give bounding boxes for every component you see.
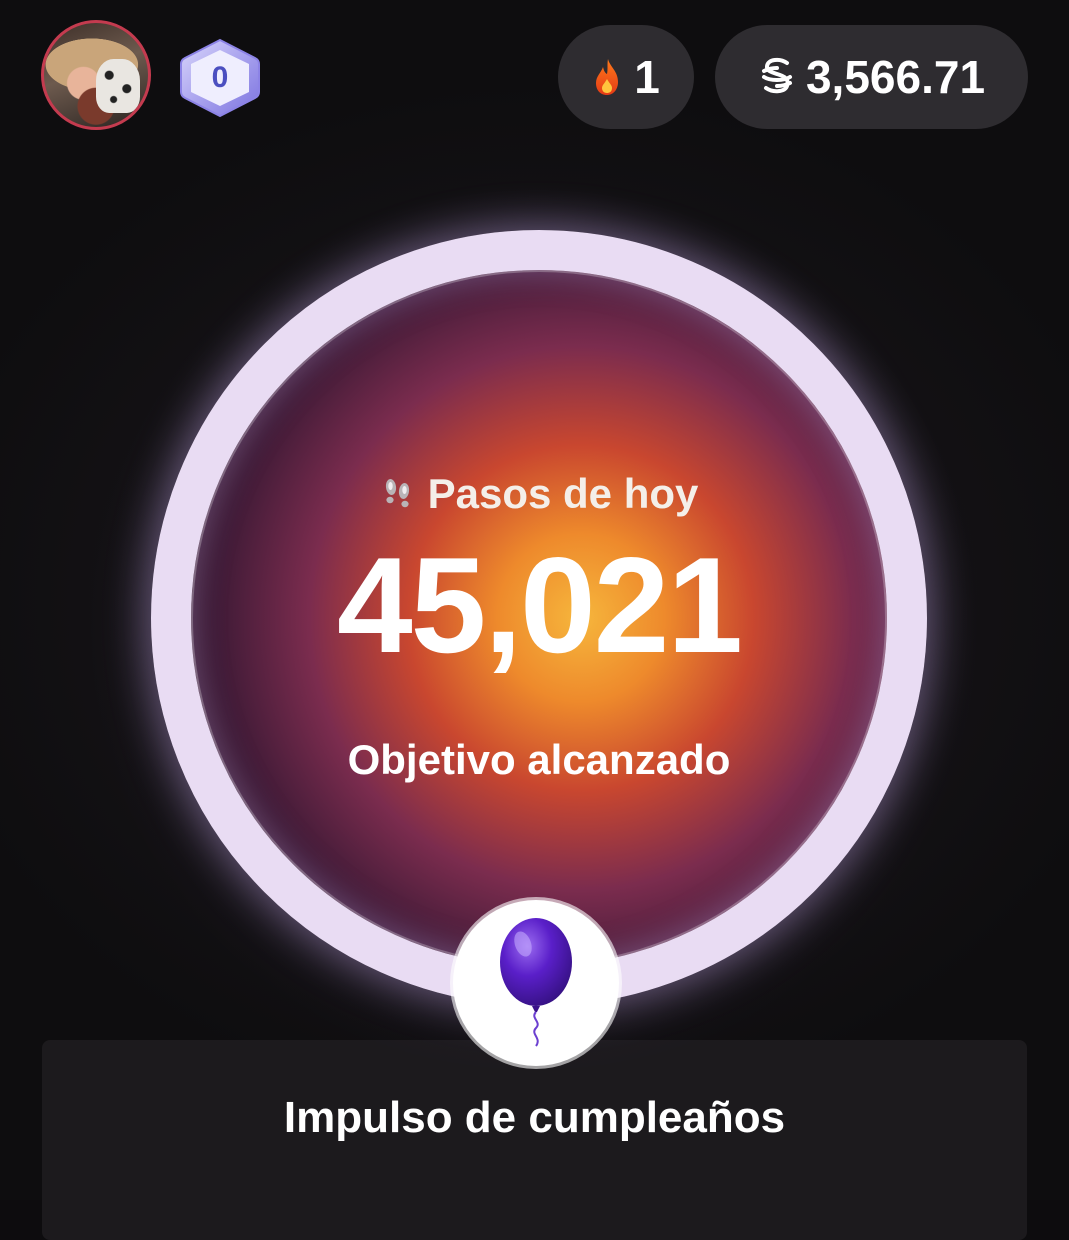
- steps-count: 45,021: [337, 529, 743, 681]
- profile-avatar[interactable]: [41, 20, 151, 130]
- steps-screen: 0 1 3,566.71 Pasos de hoy 45,021 Objetiv…: [0, 0, 1069, 1240]
- steps-title-row: Pasos de hoy: [151, 470, 927, 518]
- balance-pill[interactable]: 3,566.71: [715, 25, 1028, 129]
- streak-pill[interactable]: 1: [558, 25, 694, 129]
- steps-ring[interactable]: Pasos de hoy 45,021 Objetivo alcanzado: [151, 230, 927, 1006]
- boost-label: Impulso de cumpleaños: [283, 1093, 786, 1142]
- balloon-icon: [500, 918, 572, 1047]
- boost-button[interactable]: [453, 900, 619, 1066]
- flame-icon: [596, 59, 619, 95]
- ring-content: Pasos de hoy 45,021 Objetivo alcanzado: [151, 230, 927, 1006]
- level-badge[interactable]: 0: [177, 37, 263, 119]
- footprint-icon: [385, 479, 409, 508]
- steps-title: Pasos de hoy: [427, 470, 699, 517]
- coin-icon: [761, 57, 792, 94]
- goal-status: Objetivo alcanzado: [347, 736, 731, 783]
- level-value: 0: [211, 61, 229, 94]
- streak-value: 1: [634, 51, 660, 103]
- balance-value: 3,566.71: [805, 51, 986, 103]
